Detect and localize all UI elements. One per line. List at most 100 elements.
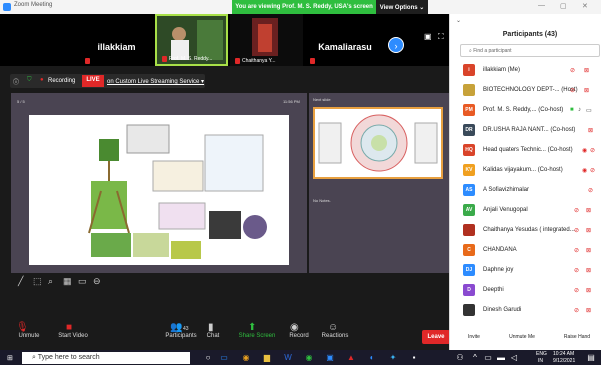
chevron-up-icon[interactable]: ^	[470, 352, 480, 363]
clock-date[interactable]: 9/12/2021	[553, 358, 575, 364]
mic-muted-icon[interactable]: ⊘	[574, 287, 579, 294]
mic-muted-icon[interactable]: 🎙	[16, 322, 29, 333]
current-slide	[29, 115, 289, 265]
zoom-taskbar-icon[interactable]: ▣	[325, 352, 335, 363]
task-view-icon[interactable]: ▭	[219, 352, 229, 363]
participant-row[interactable]: HQ Head quaters Technic... (Co-host) ◉ ⊘	[460, 140, 600, 160]
mic-muted-icon[interactable]: ⊘	[574, 207, 579, 214]
next-slide-thumbnail[interactable]	[313, 107, 443, 179]
video-off-icon[interactable]: ⊠	[586, 287, 591, 294]
windows-start-icon[interactable]: ⊞	[7, 354, 15, 362]
network-icon[interactable]: ▭	[483, 352, 493, 363]
app-icon[interactable]: ▲	[346, 352, 356, 363]
video-off-icon[interactable]: ⊠	[586, 267, 591, 274]
participant-row[interactable]: DR DR.USHA RAJA NANT... (Co-host) ⊠	[460, 120, 600, 140]
taskbar-search-input[interactable]: ⌕ Type here to search	[22, 352, 190, 364]
mic-muted-icon[interactable]: ⊘	[574, 307, 579, 314]
mic-muted-icon[interactable]: ⊘	[590, 167, 595, 174]
video-off-icon[interactable]: ⊠	[586, 247, 591, 254]
record-icon[interactable]: ◉	[290, 322, 299, 333]
video-tile[interactable]: illakkiam	[80, 14, 153, 66]
language-indicator[interactable]: ENG	[536, 351, 547, 357]
participant-row[interactable]: BIOTECHNOLOGY DEPT-... (Host) ⊘ ⊠	[460, 80, 600, 100]
participants-icon[interactable]: 👥	[170, 322, 182, 333]
next-page-button[interactable]: ›	[388, 37, 404, 53]
fullscreen-icon[interactable]: ⛶	[438, 32, 444, 42]
battery-icon[interactable]: ▬	[496, 352, 506, 363]
live-badge[interactable]: LIVE	[82, 75, 104, 87]
reactions-icon[interactable]: ☺	[328, 322, 338, 333]
app-icon[interactable]: ▪	[409, 352, 419, 363]
whatsapp-icon[interactable]: ◉	[304, 352, 314, 363]
video-icon[interactable]: ▭	[586, 107, 592, 114]
video-off-icon[interactable]: ⊠	[584, 87, 589, 94]
participant-row[interactable]: i illakkiam (Me) ⊘ ⊠	[460, 60, 600, 80]
notifications-icon[interactable]: ▤	[586, 352, 596, 363]
video-off-icon[interactable]: ■	[66, 322, 72, 333]
mic-icon[interactable]: ♪	[578, 107, 581, 113]
participant-row[interactable]: PM Prof. M. S. Reddy,... (Co-host) ■ ♪ ▭	[460, 100, 600, 120]
info-icon[interactable]: ⓘ	[13, 77, 19, 86]
mic-muted-icon[interactable]: ⊘	[590, 147, 595, 154]
video-tile[interactable]: Kamaliarasu	[305, 14, 385, 66]
edge-icon[interactable]: ◐	[367, 352, 377, 363]
mic-muted-icon[interactable]: ⊘	[574, 247, 579, 254]
subtitles-icon[interactable]: ▭	[78, 277, 87, 286]
participant-row[interactable]: D Deepthi ⊘ ⊠	[460, 280, 600, 300]
participant-row[interactable]: AV Anjali Venugopal ⊘ ⊠	[460, 200, 600, 220]
share-screen-icon[interactable]: ⬆	[248, 322, 256, 333]
video-off-icon[interactable]: ⊠	[584, 67, 589, 74]
cortana-icon[interactable]: ○	[203, 352, 213, 363]
volume-icon[interactable]: ◁	[509, 352, 519, 363]
close-icon[interactable]: ✕	[582, 2, 588, 10]
participant-row[interactable]: Chaithanya Yesudas ( integrated... ⊘ ⊠	[460, 220, 600, 240]
app-title: Zoom Meeting	[14, 2, 53, 8]
pen-icon[interactable]: ╱	[18, 277, 27, 286]
start-video-button[interactable]: Start Video	[50, 333, 96, 339]
video-off-icon[interactable]: ⊠	[586, 227, 591, 234]
word-icon[interactable]: W	[283, 352, 293, 363]
gallery-view-icon[interactable]: ▣	[424, 32, 432, 41]
video-off-icon[interactable]: ⊠	[588, 127, 593, 134]
find-participant-input[interactable]: ⌕ Find a participant	[460, 44, 600, 57]
chat-icon[interactable]: ▮	[208, 322, 214, 333]
chevron-down-icon[interactable]: ⌄	[456, 17, 461, 24]
clock-time[interactable]: 10:24 AM	[553, 351, 574, 357]
more-options-icon[interactable]: ⊖	[93, 277, 102, 286]
video-off-icon[interactable]: ⊠	[586, 207, 591, 214]
invite-button[interactable]: Invite	[459, 331, 489, 343]
people-icon[interactable]: ⚇	[455, 352, 465, 363]
shield-icon[interactable]: ⛉	[27, 77, 32, 84]
mic-muted-icon[interactable]: ⊘	[574, 267, 579, 274]
avatar: KV	[463, 164, 475, 176]
unmute-me-button[interactable]: Unmute Me	[499, 331, 545, 343]
video-off-icon[interactable]: ⊠	[586, 307, 591, 314]
leave-button[interactable]: Leave	[422, 330, 450, 344]
participant-row[interactable]: KV Kalidas vijayakum... (Co-host) ◉ ⊘	[460, 160, 600, 180]
minimize-icon[interactable]: —	[538, 2, 545, 9]
mic-muted-icon[interactable]: ⊘	[570, 87, 575, 94]
participant-row[interactable]: DJ Daphne joy ⊘ ⊠	[460, 260, 600, 280]
app-icon[interactable]: ✦	[388, 352, 398, 363]
unmute-button[interactable]: Unmute	[6, 333, 52, 339]
participant-row[interactable]: Dinesh Garudi ⊘ ⊠	[460, 300, 600, 320]
participant-row[interactable]: AS A Sofiavizhimalar ⊘	[460, 180, 600, 200]
share-screen-button[interactable]: Share Screen	[234, 333, 280, 339]
participant-row[interactable]: C CHANDANA ⊘ ⊠	[460, 240, 600, 260]
reactions-button[interactable]: Reactions	[312, 333, 358, 339]
stream-service-menu[interactable]: on Custom Live Streaming Service ▾	[107, 78, 204, 85]
file-explorer-icon[interactable]: ▆	[262, 352, 272, 363]
mic-muted-icon[interactable]: ⊘	[570, 67, 575, 74]
pointer-icon[interactable]: ⬚	[33, 277, 42, 286]
view-options-button[interactable]: View Options ⌄	[376, 0, 428, 15]
chat-button[interactable]: Chat	[190, 333, 236, 339]
all-slides-icon[interactable]: ▦	[63, 277, 72, 286]
video-tile[interactable]: Chaithanya Y...	[230, 14, 303, 66]
zoom-icon[interactable]: ⌕	[48, 277, 57, 286]
mic-muted-icon[interactable]: ⊘	[574, 227, 579, 234]
maximize-icon[interactable]: ▢	[560, 2, 567, 10]
raise-hand-button[interactable]: Raise Hand	[555, 331, 599, 343]
chrome-icon[interactable]: ◉	[241, 352, 251, 363]
mic-muted-icon[interactable]: ⊘	[588, 187, 593, 194]
video-tile-active[interactable]: Prof. M. S. Reddy...	[155, 14, 228, 66]
